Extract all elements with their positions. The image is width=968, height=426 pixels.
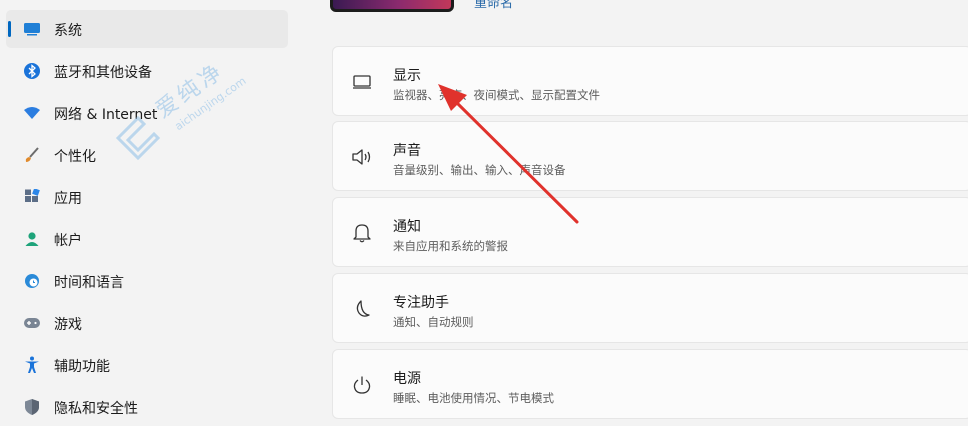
shield-icon	[22, 397, 42, 417]
card-description: 睡眠、电池使用情况、节电模式	[393, 391, 554, 405]
sidebar-item-label: 游戏	[54, 317, 82, 333]
sidebar: 系统 蓝牙和其他设备 网络 & Internet 个性化 应用 帐户 时间和语言…	[0, 0, 300, 423]
monitor-icon	[22, 19, 42, 39]
sidebar-item-label: 帐户	[54, 233, 82, 249]
sidebar-item-label: 个性化	[54, 149, 96, 165]
wifi-icon	[22, 103, 42, 123]
sidebar-item-label: 网络 & Internet	[54, 107, 158, 123]
card-title: 显示	[393, 68, 421, 84]
sidebar-item-network[interactable]: 网络 & Internet	[6, 94, 288, 132]
card-description: 通知、自动规则	[393, 315, 474, 329]
sidebar-item-accessibility[interactable]: 辅助功能	[6, 346, 288, 384]
person-icon	[22, 229, 42, 249]
card-description: 音量级别、输出、输入、声音设备	[393, 163, 566, 177]
card-title: 专注助手	[393, 295, 449, 311]
device-preview-thumbnail[interactable]	[330, 0, 454, 12]
accessibility-icon	[22, 355, 42, 375]
sidebar-item-label: 时间和语言	[54, 275, 124, 291]
card-title: 电源	[393, 371, 421, 387]
bluetooth-icon	[22, 61, 42, 81]
sidebar-item-gaming[interactable]: 游戏	[6, 304, 288, 342]
sidebar-item-label: 隐私和安全性	[54, 401, 138, 417]
power-icon	[351, 374, 373, 396]
moon-icon	[351, 298, 373, 320]
sidebar-item-apps[interactable]: 应用	[6, 178, 288, 216]
settings-card-power[interactable]: 电源 睡眠、电池使用情况、节电模式	[332, 349, 968, 419]
sidebar-item-label: 辅助功能	[54, 359, 110, 375]
rename-link[interactable]: 重命名	[474, 0, 513, 11]
settings-card-sound[interactable]: 声音 音量级别、输出、输入、声音设备	[332, 121, 968, 191]
apps-icon	[22, 187, 42, 207]
sidebar-item-bluetooth[interactable]: 蓝牙和其他设备	[6, 52, 288, 90]
card-title: 通知	[393, 219, 421, 235]
settings-card-display[interactable]: 显示 监视器、亮度、夜间模式、显示配置文件	[332, 46, 968, 116]
globe-clock-icon	[22, 271, 42, 291]
card-description: 监视器、亮度、夜间模式、显示配置文件	[393, 88, 600, 102]
sidebar-item-time-language[interactable]: 时间和语言	[6, 262, 288, 300]
display-icon	[351, 71, 373, 93]
sidebar-item-label: 应用	[54, 191, 82, 207]
speaker-icon	[351, 146, 373, 168]
sidebar-item-privacy[interactable]: 隐私和安全性	[6, 388, 288, 426]
settings-card-notifications[interactable]: 通知 来自应用和系统的警报	[332, 197, 968, 267]
card-title: 声音	[393, 143, 421, 159]
sidebar-item-label: 蓝牙和其他设备	[54, 65, 152, 81]
sidebar-item-system[interactable]: 系统	[6, 10, 288, 48]
brush-icon	[22, 145, 42, 165]
gamepad-icon	[22, 313, 42, 333]
sidebar-item-personalization[interactable]: 个性化	[6, 136, 288, 174]
bell-icon	[351, 222, 373, 244]
settings-card-focus-assist[interactable]: 专注助手 通知、自动规则	[332, 273, 968, 343]
card-description: 来自应用和系统的警报	[393, 239, 508, 253]
sidebar-item-label: 系统	[54, 23, 82, 39]
sidebar-item-accounts[interactable]: 帐户	[6, 220, 288, 258]
